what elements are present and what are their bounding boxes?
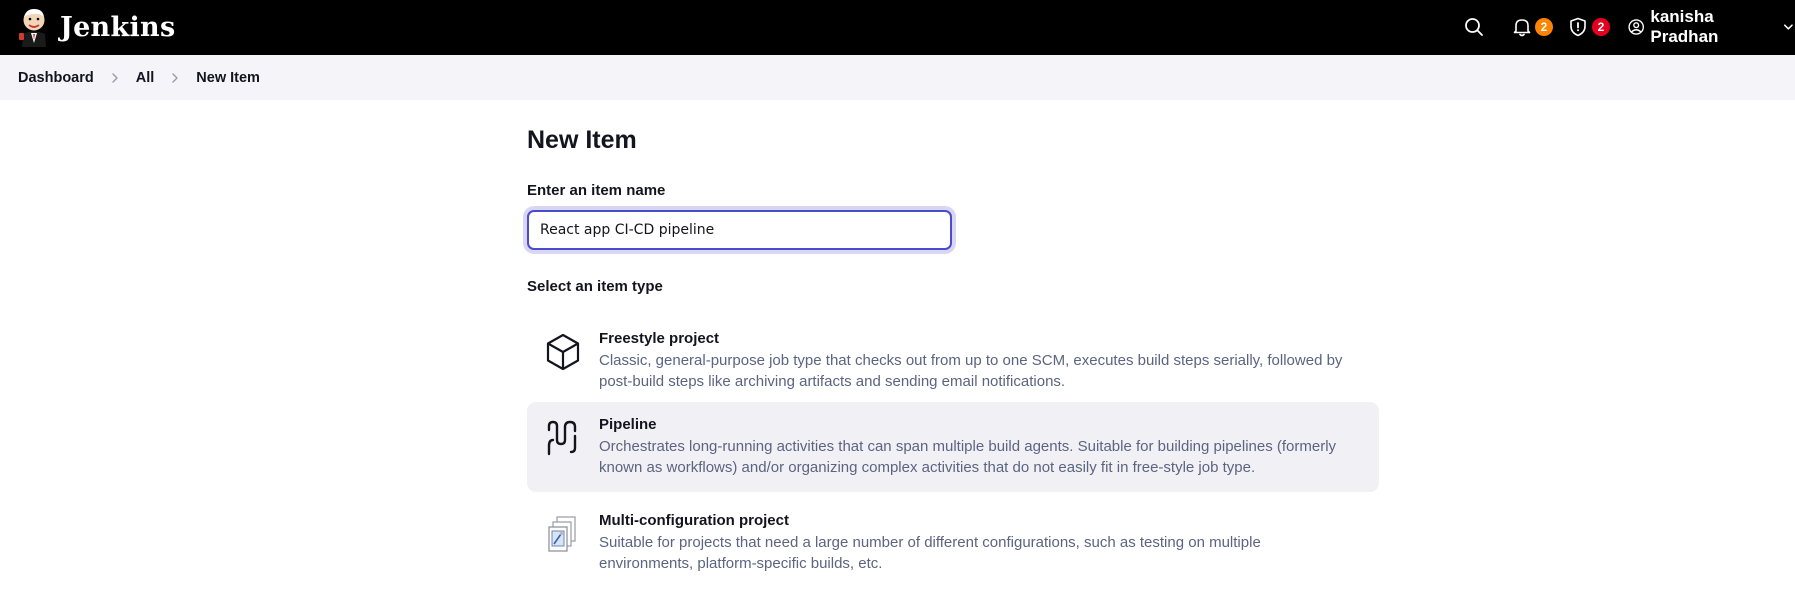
item-type-description: Suitable for projects that need a large …: [599, 534, 1261, 572]
chevron-right-icon: [172, 72, 178, 83]
item-type-title: Multi-configuration project: [599, 512, 789, 529]
user-icon: [1628, 19, 1644, 35]
chevron-down-icon[interactable]: [1782, 20, 1795, 34]
page-title: New Item: [527, 126, 637, 154]
brand-name: Jenkins: [60, 11, 176, 43]
security-badge[interactable]: 2: [1592, 18, 1610, 36]
shield-icon[interactable]: [1567, 16, 1589, 38]
item-type-text: Pipeline Orchestrates long-running activ…: [599, 415, 1359, 478]
item-type-pipeline[interactable]: Pipeline Orchestrates long-running activ…: [527, 402, 1379, 492]
user-name: kanisha Pradhan: [1650, 7, 1719, 46]
bell-icon[interactable]: [1511, 16, 1533, 38]
breadcrumb-bar: Dashboard All New Item: [0, 55, 1795, 100]
item-name-label: Enter an item name: [527, 182, 666, 199]
item-name-input[interactable]: [527, 210, 952, 250]
chevron-right-icon: [112, 72, 118, 83]
jenkins-home-link[interactable]: Jenkins: [18, 7, 175, 47]
item-type-text: Freestyle project Classic, general-purpo…: [599, 329, 1359, 392]
cube-icon: [546, 333, 580, 371]
breadcrumb-all[interactable]: All: [136, 70, 155, 86]
item-type-title: Pipeline: [599, 416, 657, 433]
item-type-freestyle[interactable]: Freestyle project Classic, general-purpo…: [527, 316, 1379, 406]
item-type-multi-configuration[interactable]: Multi-configuration project Suitable for…: [527, 498, 1379, 588]
breadcrumb-new-item[interactable]: New Item: [196, 70, 260, 86]
search-icon[interactable]: [1463, 16, 1485, 38]
item-type-label: Select an item type: [527, 278, 663, 295]
jenkins-logo-icon: [19, 8, 46, 47]
item-type-description: Orchestrates long-running activities tha…: [599, 438, 1337, 476]
user-menu[interactable]: kanisha Pradhan: [1628, 7, 1795, 46]
notifications-badge[interactable]: 2: [1535, 18, 1553, 36]
item-type-text: Multi-configuration project Suitable for…: [599, 511, 1359, 574]
item-type-description: Classic, general-purpose job type that c…: [599, 352, 1343, 390]
pipeline-icon: [547, 420, 577, 456]
top-navigation-bar: Jenkins 2 2 kanisha Pradhan: [0, 0, 1795, 55]
multi-config-icon: [548, 516, 576, 552]
breadcrumb-dashboard[interactable]: Dashboard: [18, 70, 94, 86]
item-type-title: Freestyle project: [599, 330, 720, 347]
breadcrumb: Dashboard All New Item: [18, 55, 260, 100]
